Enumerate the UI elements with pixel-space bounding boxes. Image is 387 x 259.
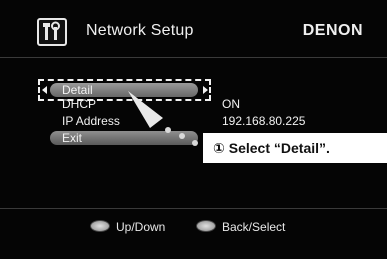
network-setup-screen: Network Setup DENON Detail DHCP ON IP Ad… bbox=[0, 0, 387, 259]
dpad-icon bbox=[90, 220, 110, 232]
instruction-callout: ① Select “Detail”. bbox=[203, 133, 387, 163]
back-select-label: Back/Select bbox=[222, 220, 286, 234]
back-select-hint: Back/Select bbox=[196, 220, 285, 234]
up-down-label: Up/Down bbox=[116, 220, 166, 234]
dpad-lr-icon bbox=[196, 220, 216, 232]
up-down-hint: Up/Down bbox=[90, 220, 165, 234]
footer-divider bbox=[0, 208, 387, 209]
callout-pointer bbox=[128, 91, 198, 146]
